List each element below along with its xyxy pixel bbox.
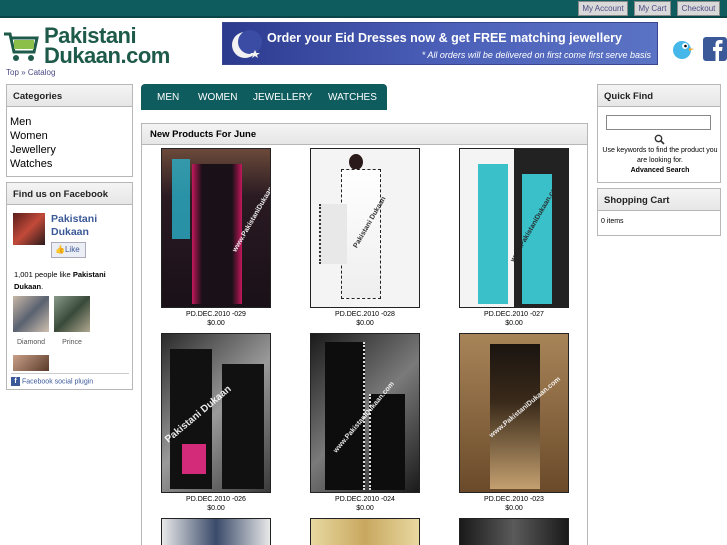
product-image[interactable]: www.PakistaniDukaan.com [459, 333, 569, 493]
banner-headline: Order your Eid Dresses now & get FREE ma… [267, 31, 622, 45]
facebook-box: Find us on Facebook Pakistani Dukaan 👍Li… [6, 182, 133, 390]
quick-find-title: Quick Find [598, 85, 720, 107]
likes-count: 1,001 people like Pakistani Dukaan. [14, 270, 106, 291]
new-products-title: New Products For June [141, 123, 588, 145]
breadcrumb-top[interactable]: Top [6, 68, 19, 77]
categories-box: Categories Men Women Jewellery Watches [6, 84, 133, 177]
shopping-cart-title[interactable]: Shopping Cart [598, 189, 720, 211]
category-men[interactable]: Men [10, 115, 132, 129]
product-name[interactable]: PD.DEC.2010 -026 [151, 495, 281, 504]
facebook-title: Find us on Facebook [7, 183, 132, 205]
nav-women[interactable]: WOMEN [198, 92, 237, 103]
page-avatar[interactable] [13, 213, 45, 245]
twitter-bird-icon[interactable] [670, 36, 694, 62]
product-card[interactable]: www.PakistaniDukaan.com PD.DEC.2010 -029… [151, 148, 281, 328]
facebook-icon[interactable] [703, 36, 727, 62]
crescent-moon-icon [232, 30, 262, 58]
product-image[interactable]: www.PakistaniDukaan.com [459, 148, 569, 308]
breadcrumb-separator: » [21, 68, 26, 77]
shopping-cart-box: Shopping Cart 0 items [597, 188, 721, 236]
page-name[interactable]: Pakistani Dukaan [51, 213, 97, 239]
eid-banner[interactable]: Order your Eid Dresses now & get FREE ma… [222, 22, 658, 65]
product-image[interactable] [161, 518, 271, 545]
advanced-search-link[interactable]: Advanced Search [602, 167, 718, 174]
thumbs-up-icon: 👍 [55, 245, 65, 254]
product-name[interactable]: PD.DEC.2010 -029 [151, 310, 281, 319]
product-card[interactable]: www.PakistaniDukaan.com PD.DEC.2010 -023… [449, 333, 579, 513]
my-cart-button[interactable]: My Cart [634, 1, 671, 16]
breadcrumb: Top » Catalog [6, 68, 55, 77]
breadcrumb-catalog[interactable]: Catalog [28, 68, 56, 77]
facebook-plugin-footer[interactable]: f Facebook social plugin [11, 373, 129, 386]
product-price: $0.00 [505, 505, 523, 512]
category-women[interactable]: Women [10, 129, 132, 143]
product-image[interactable] [310, 518, 420, 545]
facebook-small-icon: f [11, 377, 20, 386]
product-price: $0.00 [356, 505, 374, 512]
checkout-button[interactable]: Checkout [677, 1, 720, 16]
product-price: $0.00 [505, 320, 523, 327]
cart-items-count: 0 items [601, 218, 624, 225]
quick-find-box: Quick Find Use keywords to find the prod… [597, 84, 721, 183]
category-watches[interactable]: Watches [10, 157, 132, 171]
fan-name-diamond[interactable]: Diamond [13, 339, 49, 346]
site-logo[interactable]: Pakistani Dukaan.com [2, 22, 172, 68]
nav-jewellery[interactable]: JEWELLERY [253, 92, 312, 103]
product-name[interactable]: PD.DEC.2010 -027 [449, 310, 579, 319]
search-input[interactable] [606, 115, 711, 130]
product-image[interactable]: www.PakistaniDukaan.com [310, 333, 420, 493]
product-name[interactable]: PD.DEC.2010 -024 [300, 495, 430, 504]
fan-avatar-diamond[interactable] [13, 296, 49, 332]
fan-avatar-third[interactable] [13, 355, 49, 371]
shopping-cart-icon [4, 32, 39, 61]
products-grid: www.PakistaniDukaan.com PD.DEC.2010 -029… [141, 145, 588, 545]
product-image[interactable]: Pakistani Dukaan [310, 148, 420, 308]
top-bar: My Account My Cart Checkout [0, 0, 727, 18]
category-jewellery[interactable]: Jewellery [10, 143, 132, 157]
product-image[interactable] [459, 518, 569, 545]
product-image[interactable]: Pakistani Dukaan [161, 333, 271, 493]
categories-title: Categories [7, 85, 132, 107]
product-card[interactable]: www.PakistaniDukaan.com PD.DEC.2010 -027… [449, 148, 579, 328]
nav-watches[interactable]: WATCHES [328, 92, 377, 103]
product-name[interactable]: PD.DEC.2010 -028 [300, 310, 430, 319]
search-help-text: Use keywords to find the product you are… [602, 147, 718, 164]
product-image[interactable]: www.PakistaniDukaan.com [161, 148, 271, 308]
my-account-button[interactable]: My Account [578, 1, 628, 16]
search-icon[interactable] [654, 134, 665, 145]
product-card[interactable]: www.PakistaniDukaan.com PD.DEC.2010 -024… [300, 333, 430, 513]
logo-line-2: Dukaan.com [44, 43, 170, 68]
product-card[interactable]: Pakistani Dukaan PD.DEC.2010 -028 $0.00 [300, 148, 430, 328]
fan-name-prince[interactable]: Prince [54, 339, 90, 346]
product-price: $0.00 [207, 320, 225, 327]
nav-men[interactable]: MEN [157, 92, 179, 103]
fan-avatar-prince[interactable] [54, 296, 90, 332]
product-name[interactable]: PD.DEC.2010 -023 [449, 495, 579, 504]
product-price: $0.00 [356, 320, 374, 327]
product-price: $0.00 [207, 505, 225, 512]
banner-subline: * All orders will be delivered on first … [421, 50, 651, 60]
like-button[interactable]: 👍Like [51, 242, 86, 258]
product-card[interactable]: Pakistani Dukaan PD.DEC.2010 -026 $0.00 [151, 333, 281, 513]
main-nav: MEN WOMEN JEWELLERY WATCHES [141, 84, 387, 110]
